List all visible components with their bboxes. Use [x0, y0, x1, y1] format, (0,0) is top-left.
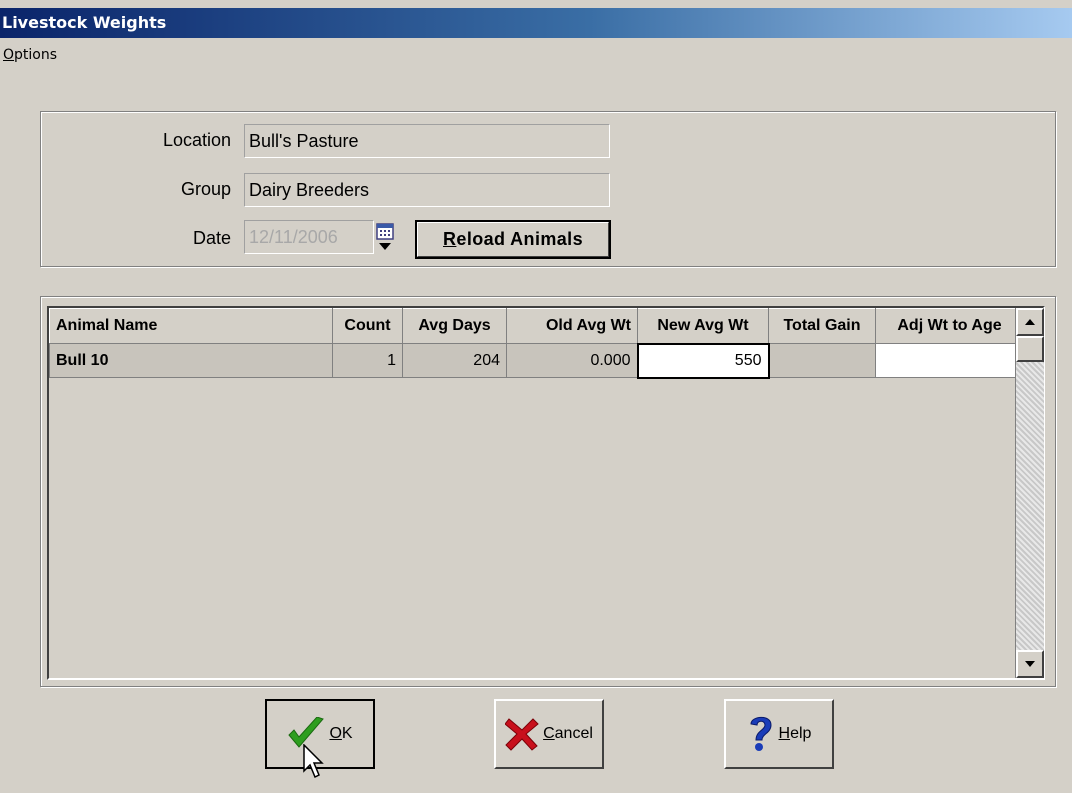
cell-total-gain[interactable]: [768, 343, 876, 378]
reload-animals-mnemonic: R: [443, 229, 457, 249]
column-header-count[interactable]: Count: [332, 308, 403, 344]
cancel-label: Cancel: [543, 725, 593, 743]
location-field[interactable]: Bull's Pasture: [244, 124, 610, 158]
cell-new-avg-wt-editor[interactable]: 550: [636, 342, 770, 379]
menu-options-mnemonic: O: [3, 47, 15, 63]
location-label: Location: [162, 130, 231, 150]
menu-options-label: ptions: [14, 47, 58, 63]
window-title: Livestock Weights: [2, 13, 167, 32]
group-field[interactable]: Dairy Breeders: [244, 173, 610, 207]
ok-mnemonic: O: [329, 725, 342, 742]
cancel-label-rest: ancel: [554, 725, 593, 742]
animals-table: Animal Name Count Avg Days Old Avg Wt Ne…: [49, 308, 1024, 379]
menu-bar: Options: [0, 38, 1072, 66]
column-header-old-avg-wt[interactable]: Old Avg Wt: [506, 308, 638, 344]
cell-count[interactable]: 1: [332, 343, 403, 378]
table-row[interactable]: Bull 10 1 204 0.000 550: [49, 342, 1024, 379]
scroll-up-button[interactable]: [1016, 308, 1044, 336]
help-label-rest: elp: [790, 725, 812, 742]
column-header-animal-name[interactable]: Animal Name: [49, 308, 333, 344]
grid-header-row: Animal Name Count Avg Days Old Avg Wt Ne…: [49, 308, 1024, 344]
question-icon: [750, 716, 772, 751]
cell-avg-days[interactable]: 204: [402, 343, 507, 378]
group-label: Group: [180, 179, 231, 199]
arrow-down-icon: [1025, 661, 1035, 667]
scroll-thumb[interactable]: [1016, 336, 1044, 362]
help-label: Help: [779, 725, 812, 743]
column-header-total-gain[interactable]: Total Gain: [768, 308, 876, 344]
grid-vertical-scrollbar[interactable]: [1015, 308, 1044, 678]
cell-animal-name[interactable]: Bull 10: [49, 343, 333, 378]
cancel-mnemonic: C: [543, 725, 555, 742]
calendar-icon: [376, 223, 394, 250]
arrow-up-icon: [1025, 319, 1035, 325]
column-header-adj-wt-to-age[interactable]: Adj Wt to Age: [875, 308, 1024, 344]
scroll-down-button[interactable]: [1016, 650, 1044, 678]
menu-options[interactable]: Options: [3, 47, 57, 63]
reload-animals-button[interactable]: Reload Animals: [415, 220, 611, 259]
animals-grid[interactable]: Animal Name Count Avg Days Old Avg Wt Ne…: [47, 306, 1045, 680]
x-icon: [505, 718, 539, 751]
cancel-button[interactable]: Cancel: [494, 699, 604, 769]
ok-label-rest: K: [341, 725, 353, 742]
help-button[interactable]: Help: [724, 699, 834, 769]
column-header-new-avg-wt[interactable]: New Avg Wt: [637, 308, 769, 344]
reload-animals-label: eload Animals: [456, 229, 583, 249]
date-label: Date: [192, 228, 231, 248]
livestock-weights-window: Livestock Weights Options Location Bull'…: [0, 0, 1072, 793]
help-mnemonic: H: [778, 725, 791, 742]
column-header-avg-days[interactable]: Avg Days: [402, 308, 507, 344]
title-bar[interactable]: Livestock Weights: [0, 8, 1072, 38]
ok-label: OK: [329, 725, 352, 743]
date-field[interactable]: 12/11/2006: [244, 220, 374, 254]
calendar-dropdown-button[interactable]: [374, 218, 396, 256]
cell-adj-wt-to-age[interactable]: [875, 343, 1024, 378]
cell-old-avg-wt[interactable]: 0.000: [506, 343, 638, 378]
mouse-pointer-icon: [303, 744, 324, 779]
